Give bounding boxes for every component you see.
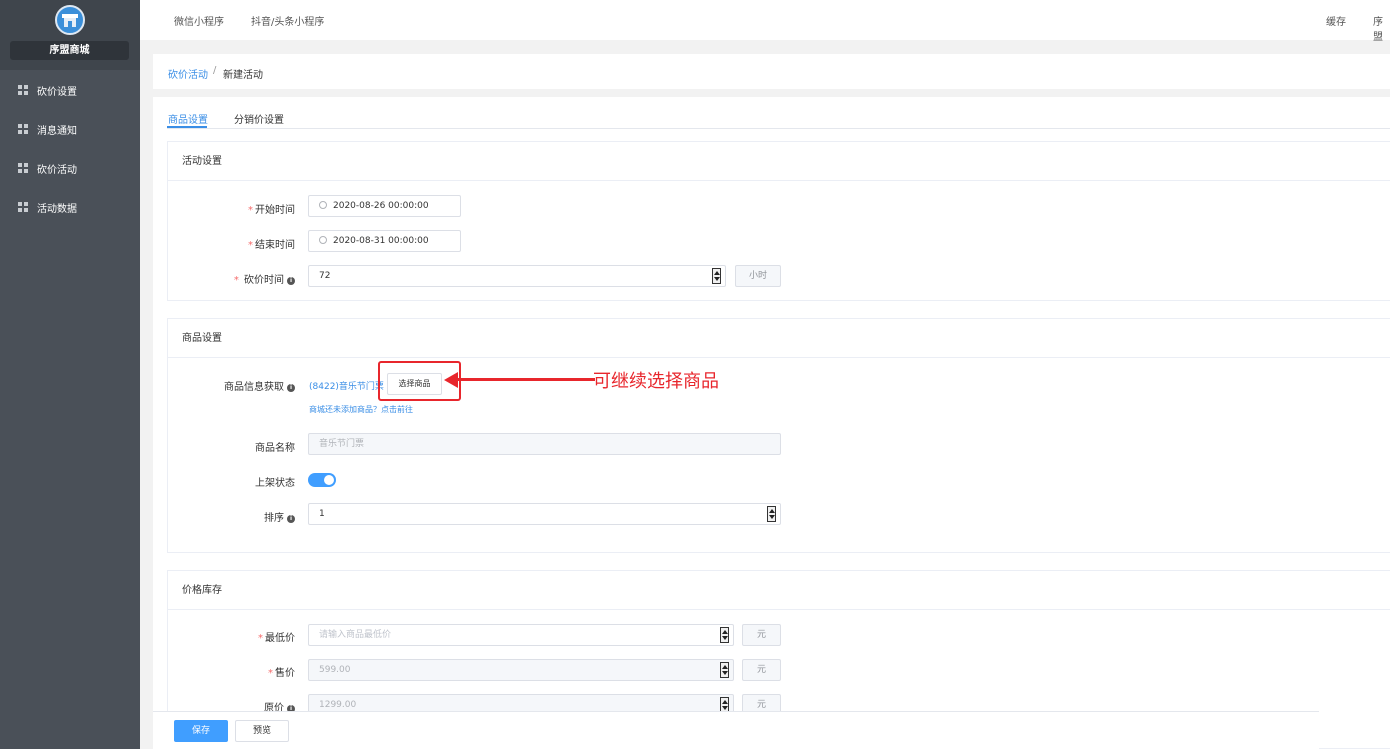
save-button[interactable]: 保存 — [174, 720, 228, 742]
clock-icon — [319, 201, 327, 209]
number-spinner — [720, 662, 729, 678]
tab-distribution-price[interactable]: 分销价设置 — [234, 111, 284, 126]
info-icon: i — [287, 515, 295, 523]
nav-douyin-miniprogram[interactable]: 抖音/头条小程序 — [251, 13, 324, 28]
grid-icon — [18, 202, 28, 212]
number-spinner[interactable] — [767, 506, 776, 522]
goods-name-label: 商品名称 — [255, 443, 295, 454]
min-price-input[interactable]: 请输入商品最低价 — [308, 624, 734, 646]
grid-icon — [18, 124, 28, 134]
breadcrumb-parent-link[interactable]: 砍价活动 — [168, 66, 208, 81]
grid-icon — [18, 85, 28, 95]
breadcrumb: 砍价活动 / 新建活动 — [153, 54, 1390, 89]
bargain-time-label: * 砍价时间 i — [165, 271, 295, 286]
tab-goods-settings[interactable]: 商品设置 — [168, 111, 208, 126]
info-icon: i — [287, 277, 295, 285]
annotation-arrow — [455, 378, 595, 381]
listing-status-toggle[interactable] — [308, 473, 336, 487]
number-spinner[interactable] — [720, 627, 729, 643]
selected-goods-link[interactable]: (8422)音乐节门票 — [309, 379, 384, 392]
user-menu[interactable]: 序盟 — [1373, 13, 1390, 43]
add-goods-hint-link[interactable]: 商城还未添加商品？点击前往 — [309, 404, 413, 415]
sidebar-item-bargain-activities[interactable]: 砍价活动 — [0, 155, 140, 181]
sort-input[interactable]: 1 — [308, 503, 781, 525]
goods-info-label: 商品信息获取 i — [165, 378, 295, 393]
sale-price-input: 599.00 — [308, 659, 734, 681]
currency-unit: 元 — [742, 659, 781, 681]
sidebar-item-activity-data[interactable]: 活动数据 — [0, 194, 140, 220]
hour-unit: 小时 — [735, 265, 781, 287]
sidebar-item-label: 砍价设置 — [37, 86, 77, 98]
min-price-label: * 最低价 — [258, 633, 295, 644]
sort-label: 排序 i — [165, 509, 295, 524]
number-spinner[interactable] — [712, 268, 721, 284]
tab-divider — [167, 128, 1390, 129]
shop-logo-icon[interactable] — [55, 5, 85, 35]
preview-button[interactable]: 预览 — [235, 720, 289, 742]
breadcrumb-current: 新建活动 — [223, 70, 263, 81]
shop-name: 序盟商城 — [10, 41, 129, 60]
start-time-label: * 开始时间 — [248, 205, 295, 216]
sidebar-item-label: 活动数据 — [37, 203, 77, 215]
bargain-time-input[interactable]: 72 — [308, 265, 726, 287]
sidebar-item-bargain-settings[interactable]: 砍价设置 — [0, 77, 140, 103]
card-title: 活动设置 — [168, 142, 1390, 181]
start-time-input[interactable]: 2020-08-26 00:00:00 — [308, 195, 461, 217]
breadcrumb-separator: / — [213, 65, 217, 76]
card-title: 价格库存 — [168, 571, 1390, 610]
sidebar-item-label: 消息通知 — [37, 125, 77, 137]
end-time-label: * 结束时间 — [248, 240, 295, 251]
top-bar: 微信小程序 抖音/头条小程序 缓存 序盟 — [140, 0, 1390, 43]
info-icon: i — [287, 384, 295, 392]
cache-button[interactable]: 缓存 — [1326, 13, 1346, 28]
sidebar: 序盟商城 砍价设置 消息通知 砍价活动 活动数据 — [0, 0, 140, 749]
sidebar-header: 序盟商城 — [0, 0, 140, 70]
currency-unit: 元 — [742, 624, 781, 646]
grid-icon — [18, 163, 28, 173]
annotation-text: 可继续选择商品 — [593, 371, 719, 392]
annotation-arrow-head — [444, 372, 458, 388]
nav-wechat-miniprogram[interactable]: 微信小程序 — [174, 13, 224, 28]
sale-price-label: * 售价 — [268, 668, 295, 679]
goods-name-input: 音乐节门票 — [308, 433, 781, 455]
sidebar-item-label: 砍价活动 — [37, 164, 77, 176]
card-title: 商品设置 — [168, 319, 1390, 358]
clock-icon — [319, 236, 327, 244]
end-time-input[interactable]: 2020-08-31 00:00:00 — [308, 230, 461, 252]
listing-status-label: 上架状态 — [255, 478, 295, 489]
sidebar-item-notifications[interactable]: 消息通知 — [0, 116, 140, 142]
form-footer: 保存 预览 — [153, 711, 1319, 749]
